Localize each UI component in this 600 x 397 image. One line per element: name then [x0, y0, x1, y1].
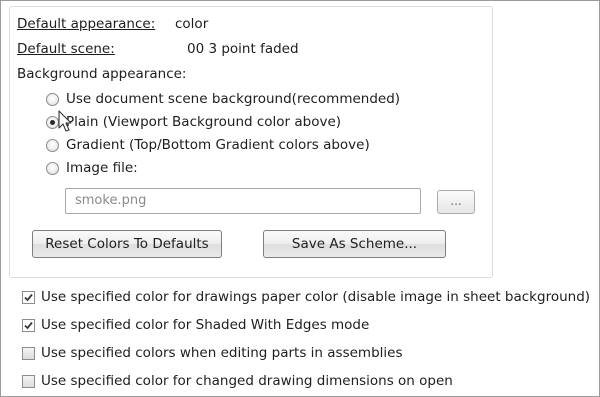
radio-image-file-label: Image file:	[66, 160, 138, 176]
checkbox-editing-parts-assemblies[interactable]	[22, 347, 35, 360]
checkbox-drawings-paper-color-label: Use specified color for drawings paper c…	[41, 289, 591, 305]
checkbox-editing-parts-assemblies-label: Use specified colors when editing parts …	[41, 345, 403, 361]
radio-gradient[interactable]	[46, 139, 59, 152]
radio-plain-label: Plain (Viewport Background color above)	[66, 114, 342, 130]
radio-document-scene[interactable]	[46, 93, 59, 106]
default-appearance-value: color	[175, 16, 209, 32]
check-icon	[24, 293, 33, 302]
default-scene-link[interactable]: Default scene:	[17, 40, 115, 58]
check-icon	[24, 321, 33, 330]
default-appearance-link[interactable]: Default appearance:	[17, 15, 155, 33]
mouse-pointer-icon	[58, 110, 72, 132]
checkbox-shaded-with-edges[interactable]	[22, 319, 35, 332]
radio-image-file[interactable]	[46, 162, 59, 175]
save-as-scheme-button[interactable]: Save As Scheme...	[263, 230, 446, 258]
image-file-input[interactable]: smoke.png	[65, 188, 421, 214]
checkbox-changed-dimensions-label: Use specified color for changed drawing …	[41, 373, 453, 389]
background-appearance-label: Background appearance:	[17, 66, 187, 82]
checkbox-changed-dimensions[interactable]	[22, 375, 35, 388]
browse-button[interactable]: ...	[437, 190, 475, 214]
reset-colors-button[interactable]: Reset Colors To Defaults	[32, 230, 222, 258]
radio-document-scene-label: Use document scene background(recommende…	[66, 91, 401, 107]
checkbox-drawings-paper-color[interactable]	[22, 291, 35, 304]
radio-gradient-label: Gradient (Top/Bottom Gradient colors abo…	[66, 137, 370, 153]
checkbox-shaded-with-edges-label: Use specified color for Shaded With Edge…	[41, 317, 370, 333]
default-scene-value: 00 3 point faded	[187, 41, 299, 57]
